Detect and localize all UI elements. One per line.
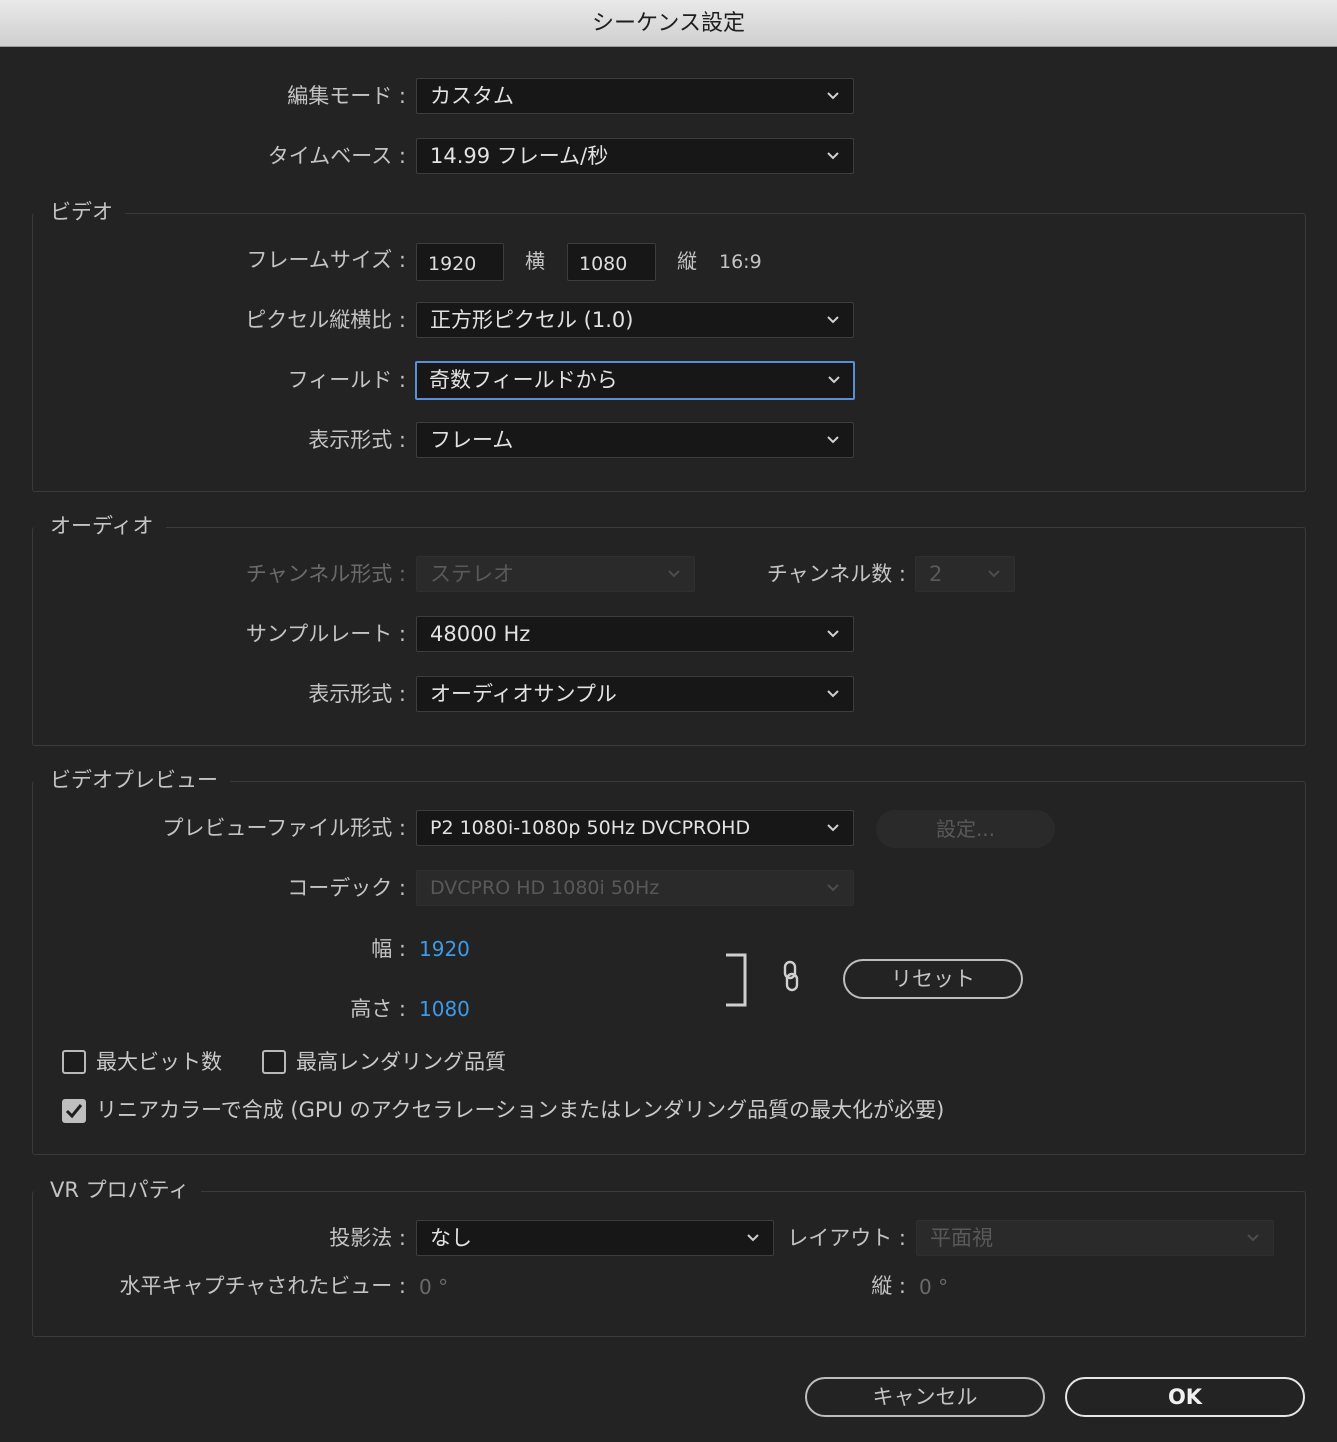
chain-link-icon[interactable] xyxy=(780,960,802,992)
edit-mode-dropdown[interactable]: カスタム xyxy=(416,78,854,114)
vr-layout-dropdown[interactable]: 平面視 xyxy=(916,1220,1274,1256)
timebase-label: タイムベース : xyxy=(267,144,406,168)
projection-dropdown[interactable]: なし xyxy=(416,1220,774,1256)
pixel-aspect-dropdown[interactable]: 正方形ピクセル (1.0) xyxy=(416,302,854,338)
chevron-down-icon xyxy=(825,880,841,896)
chevron-down-icon xyxy=(666,566,682,582)
cancel-button[interactable]: キャンセル xyxy=(805,1377,1045,1417)
frame-size-label: フレームサイズ : xyxy=(246,248,407,272)
preview-settings-button[interactable]: 設定... xyxy=(876,810,1055,848)
channel-count-label: チャンネル数 : xyxy=(766,562,906,586)
chevron-down-icon xyxy=(1245,1230,1261,1246)
audio-display-format-label: 表示形式 : xyxy=(308,682,406,706)
sample-rate-value: 48000 Hz xyxy=(430,622,531,646)
ok-button[interactable]: OK xyxy=(1065,1377,1305,1417)
checkmark-icon xyxy=(65,1104,83,1119)
h-captured-view-label: 水平キャプチャされたビュー : xyxy=(119,1274,406,1298)
max-render-quality-label: 最高レンダリング品質 xyxy=(296,1050,506,1074)
video-preview-legend: ビデオプレビュー xyxy=(34,766,230,794)
vr-layout-value: 平面視 xyxy=(930,1226,993,1250)
projection-label: 投影法 : xyxy=(329,1226,406,1250)
vr-group xyxy=(32,1191,1306,1337)
chevron-down-icon xyxy=(826,372,842,388)
preview-width-label: 幅 : xyxy=(371,937,406,961)
frame-width-unit: 横 xyxy=(525,249,545,273)
codec-value: DVCPRO HD 1080i 50Hz xyxy=(430,877,660,899)
linear-color-label: リニアカラーで合成 (GPU のアクセラレーションまたはレンダリング品質の最大化… xyxy=(96,1098,945,1122)
max-bit-depth-label: 最大ビット数 xyxy=(96,1050,222,1074)
vr-layout-label: レイアウト : xyxy=(787,1226,906,1250)
channel-count-value: 2 xyxy=(929,562,943,586)
pixel-aspect-value: 正方形ピクセル (1.0) xyxy=(430,308,634,332)
reset-button[interactable]: リセット xyxy=(843,959,1023,999)
frame-height-unit: 縦 xyxy=(677,249,697,273)
sample-rate-label: サンプルレート : xyxy=(245,622,406,646)
chevron-down-icon xyxy=(825,312,841,328)
video-display-format-dropdown[interactable]: フレーム xyxy=(416,422,854,458)
fields-label: フィールド : xyxy=(287,368,406,392)
edit-mode-label: 編集モード : xyxy=(287,84,406,108)
projection-value: なし xyxy=(430,1226,472,1250)
frame-height-input[interactable]: 1080 xyxy=(567,243,656,281)
channel-format-value: ステレオ xyxy=(430,562,514,586)
timebase-value: 14.99 フレーム/秒 xyxy=(430,144,609,168)
preview-file-format-label: プレビューファイル形式 : xyxy=(162,816,407,840)
audio-display-format-dropdown[interactable]: オーディオサンプル xyxy=(416,676,854,712)
audio-legend: オーディオ xyxy=(34,512,166,540)
max-bit-depth-checkbox[interactable] xyxy=(62,1050,86,1074)
audio-display-format-value: オーディオサンプル xyxy=(430,682,617,706)
preview-height-label: 高さ : xyxy=(350,997,406,1021)
vr-legend: VR プロパティ xyxy=(34,1176,202,1204)
chevron-down-icon xyxy=(825,686,841,702)
video-legend: ビデオ xyxy=(34,198,125,226)
chevron-down-icon xyxy=(825,148,841,164)
preview-file-format-value: P2 1080i-1080p 50Hz DVCPROHD xyxy=(430,817,751,839)
chevron-down-icon xyxy=(825,432,841,448)
vr-vertical-label: 縦 : xyxy=(871,1274,906,1298)
h-captured-view-value: 0 ° xyxy=(419,1275,449,1299)
chevron-down-icon xyxy=(825,626,841,642)
preview-height-value[interactable]: 1080 xyxy=(419,990,470,1028)
max-render-quality-checkbox[interactable] xyxy=(262,1050,286,1074)
video-display-format-value: フレーム xyxy=(430,428,514,452)
link-bracket-icon xyxy=(724,953,748,1007)
linear-color-checkbox[interactable] xyxy=(62,1099,86,1123)
frame-width-input[interactable]: 1920 xyxy=(416,243,504,281)
preview-width-value[interactable]: 1920 xyxy=(419,930,470,968)
sample-rate-dropdown[interactable]: 48000 Hz xyxy=(416,616,854,652)
chevron-down-icon xyxy=(745,1230,761,1246)
fields-dropdown[interactable]: 奇数フィールドから xyxy=(415,361,855,400)
window-title: シーケンス設定 xyxy=(592,11,745,36)
channel-format-dropdown[interactable]: ステレオ xyxy=(416,556,695,592)
preview-file-format-dropdown[interactable]: P2 1080i-1080p 50Hz DVCPROHD xyxy=(416,810,854,846)
chevron-down-icon xyxy=(825,88,841,104)
video-display-format-label: 表示形式 : xyxy=(308,428,406,452)
aspect-ratio-text: 16:9 xyxy=(719,251,762,273)
channel-count-dropdown[interactable]: 2 xyxy=(915,556,1015,592)
chevron-down-icon xyxy=(825,820,841,836)
fields-value: 奇数フィールドから xyxy=(429,368,618,392)
edit-mode-value: カスタム xyxy=(430,84,514,108)
codec-label: コーデック : xyxy=(287,876,406,900)
codec-dropdown[interactable]: DVCPRO HD 1080i 50Hz xyxy=(416,870,854,906)
pixel-aspect-label: ピクセル縦横比 : xyxy=(245,308,406,332)
channel-format-label: チャンネル形式 : xyxy=(245,562,406,586)
vr-vertical-value: 0 ° xyxy=(919,1275,949,1299)
timebase-dropdown[interactable]: 14.99 フレーム/秒 xyxy=(416,138,854,174)
chevron-down-icon xyxy=(986,566,1002,582)
